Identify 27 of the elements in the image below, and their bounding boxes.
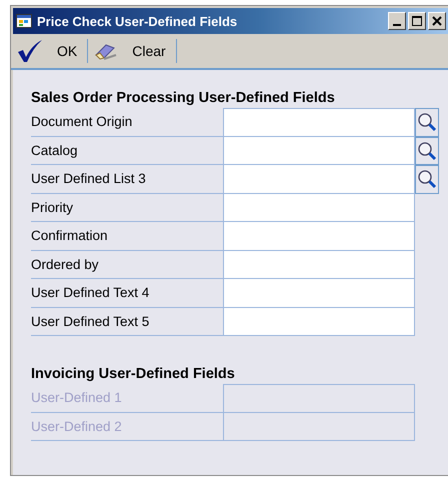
clear-button[interactable]: Clear: [88, 36, 176, 66]
lookup-button[interactable]: [415, 108, 439, 136]
input-field[interactable]: [223, 165, 415, 194]
lookup-button[interactable]: [415, 136, 439, 165]
input-field[interactable]: [223, 250, 415, 279]
search-icon: [417, 169, 437, 190]
input-field[interactable]: [223, 194, 415, 222]
window-icon: [16, 14, 32, 28]
search-icon: [417, 112, 437, 132]
input-field[interactable]: [223, 136, 415, 165]
maximize-icon: [412, 16, 422, 26]
section-heading: Invoicing User-Defined Fields: [31, 365, 236, 384]
checkmark-icon: [17, 39, 43, 63]
section-heading: Sales Order Processing User-Defined Fields: [31, 89, 336, 108]
input-field[interactable]: [223, 108, 415, 136]
lookup-button[interactable]: [415, 165, 439, 194]
minimize-button[interactable]: [388, 12, 406, 30]
input-field[interactable]: [223, 308, 415, 336]
input-field[interactable]: [223, 279, 415, 308]
search-icon: [417, 140, 437, 161]
close-icon: [432, 16, 442, 26]
window-title: Price Check User-Defined Fields: [37, 14, 238, 28]
minimize-icon: [393, 24, 401, 26]
maximize-button[interactable]: [408, 12, 426, 30]
input-field[interactable]: [223, 222, 415, 250]
close-button[interactable]: [428, 12, 446, 30]
ok-button[interactable]: OK: [11, 36, 88, 66]
